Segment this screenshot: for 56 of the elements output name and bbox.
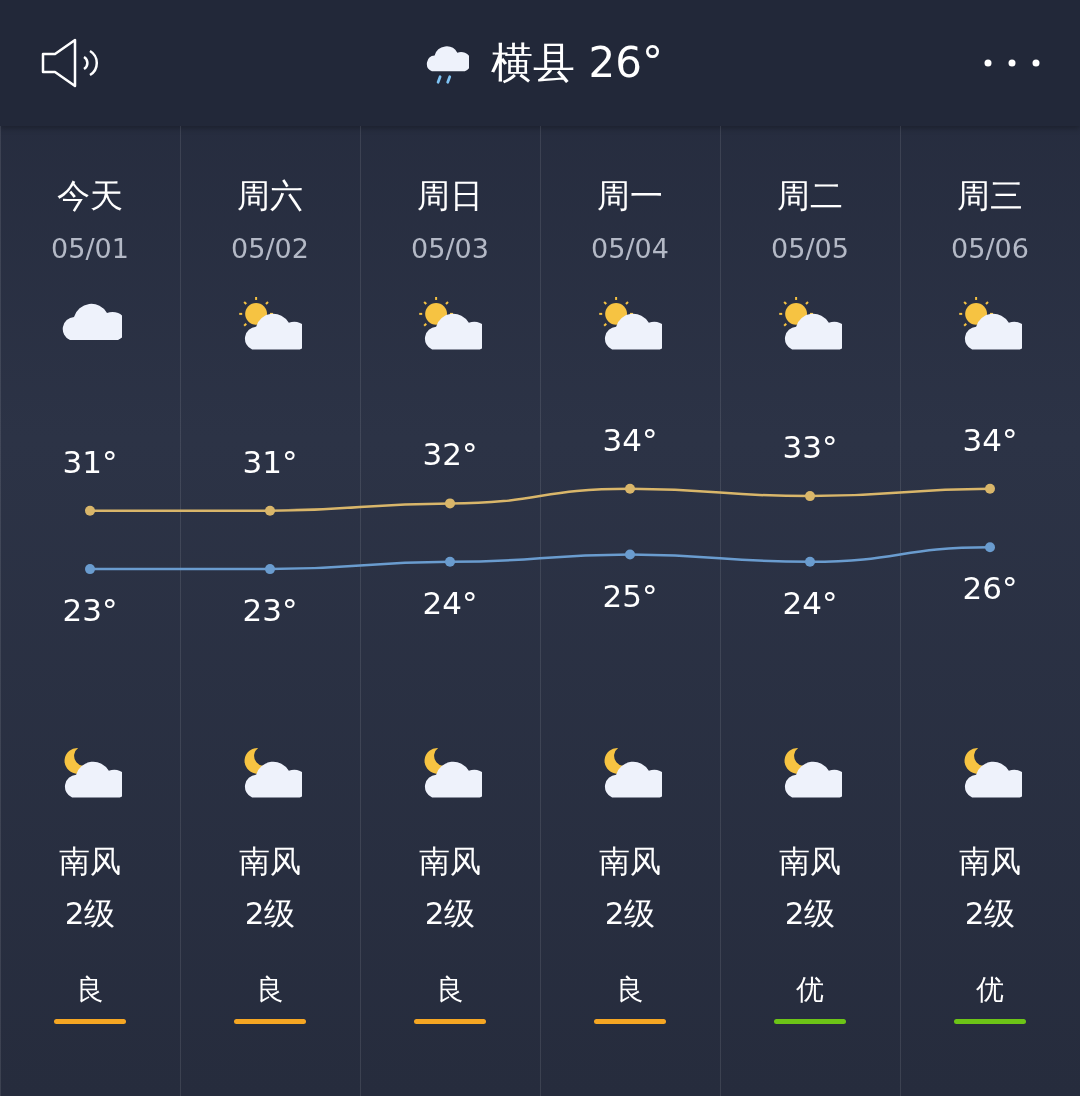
temperature-label: 32°	[422, 436, 478, 472]
wind-direction: 南风	[419, 842, 481, 882]
temperature-point	[805, 490, 815, 501]
air-quality-label: 良	[436, 972, 464, 1009]
temperature-label: 24°	[422, 584, 478, 621]
day-label: 今天	[57, 175, 123, 217]
temperature-point	[985, 541, 995, 552]
temperature-label: 31°	[62, 443, 118, 480]
wind-level: 2级	[244, 894, 296, 934]
wind-direction: 南风	[959, 842, 1021, 882]
temperature-point	[805, 556, 815, 567]
temperature-label: 23°	[242, 591, 298, 628]
date-label: 05/05	[771, 233, 849, 264]
temperature-point	[85, 505, 95, 516]
wind-level: 2级	[424, 894, 476, 934]
temperature-point	[985, 483, 995, 494]
wind-direction: 南风	[59, 842, 121, 882]
temperature-point	[265, 505, 275, 516]
day-label: 周二	[777, 175, 843, 217]
temperature-point	[445, 498, 455, 508]
temperature-label: 26°	[962, 569, 1018, 606]
air-quality-label: 良	[616, 972, 644, 1009]
air-quality-label: 良	[256, 972, 284, 1009]
temperature-label: 34°	[602, 421, 658, 458]
day-label: 周六	[237, 175, 303, 217]
wind-level: 2级	[64, 894, 116, 934]
date-label: 05/02	[231, 233, 309, 264]
wind-direction: 南风	[779, 842, 841, 882]
wind-level: 2级	[604, 894, 656, 934]
day-label: 周一	[597, 175, 663, 217]
temperature-label: 34°	[962, 421, 1018, 458]
day-label: 周三	[957, 175, 1023, 217]
date-label: 05/01	[51, 233, 129, 264]
temperature-label: 33°	[782, 428, 838, 465]
wind-level: 2级	[964, 894, 1016, 934]
temperature-label: 25°	[602, 577, 658, 614]
wind-level: 2级	[784, 894, 836, 934]
air-quality-label: 良	[76, 972, 104, 1009]
air-quality-label: 优	[976, 972, 1004, 1009]
date-label: 05/03	[411, 233, 489, 264]
temperature-point	[625, 483, 635, 494]
wind-direction: 南风	[239, 842, 301, 882]
temperature-label: 23°	[62, 591, 118, 628]
temperature-point	[265, 563, 275, 574]
wind-direction: 南风	[599, 842, 661, 882]
location-title: 横县 26°	[491, 37, 663, 89]
temperature-point	[445, 556, 455, 567]
date-label: 05/04	[591, 233, 669, 264]
more-icon[interactable]	[984, 59, 1040, 67]
temperature-point	[625, 549, 635, 560]
air-quality-label: 优	[796, 972, 824, 1009]
temperature-point	[85, 563, 95, 574]
date-label: 05/06	[951, 233, 1029, 264]
temperature-label: 24°	[782, 584, 838, 621]
temperature-label: 31°	[242, 443, 298, 480]
day-label: 周日	[417, 175, 483, 217]
